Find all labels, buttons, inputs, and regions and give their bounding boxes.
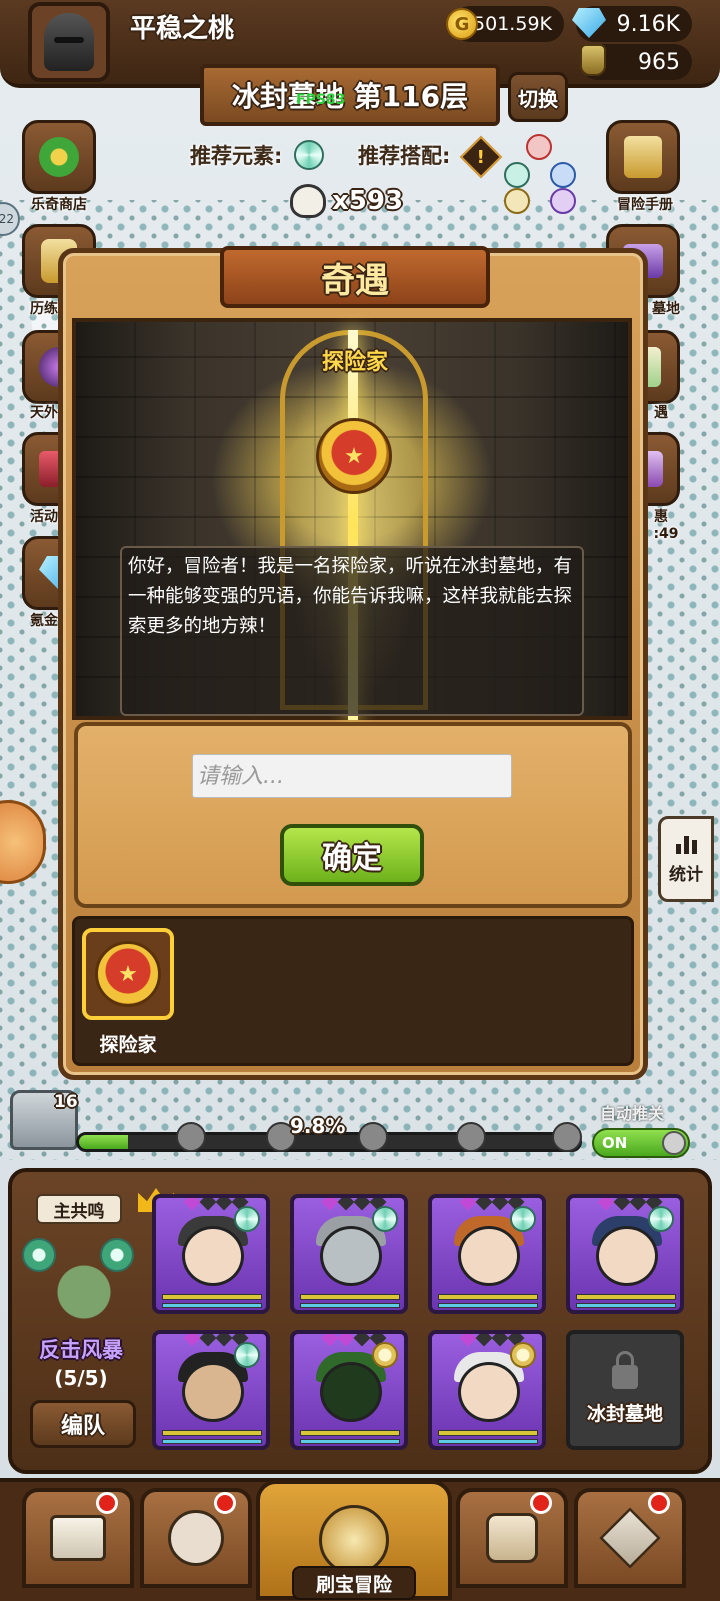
spell-input[interactable]	[192, 754, 512, 798]
hero-slot-2[interactable]	[290, 1194, 408, 1314]
potion-jar-icon	[580, 44, 606, 76]
wind-element-icon	[510, 1206, 536, 1232]
key-icon	[552, 1122, 582, 1152]
recommended-combo-label: 推荐搭配:	[358, 144, 451, 168]
notification-dot	[214, 1492, 236, 1514]
npc-slot-explorer[interactable]: ★	[82, 928, 174, 1020]
light-element-icon	[510, 1342, 536, 1368]
confirm-button[interactable]: 确定	[280, 824, 424, 886]
encounter-label: 遇	[654, 405, 668, 421]
wind-element-icon	[234, 1206, 260, 1232]
hero-slot-6[interactable]	[290, 1330, 408, 1450]
wind-element-icon	[648, 1206, 674, 1232]
bar-chart-icon	[675, 834, 697, 854]
enemy-count-value: x593	[332, 186, 404, 216]
npc-name: 探险家	[321, 350, 388, 375]
adventure-guide-label: 冒险手册	[617, 197, 673, 213]
key-icon	[456, 1122, 486, 1152]
wind-element-small-icon	[504, 162, 530, 188]
skull-icon	[290, 184, 326, 218]
progress-percent: 9.8%	[290, 1114, 346, 1138]
wind-element-icon	[372, 1206, 398, 1232]
adventure-guide-button[interactable]	[606, 120, 680, 194]
notification-dot	[648, 1492, 670, 1514]
gold-coin-icon: G	[446, 8, 478, 40]
hero-portrait-icon	[168, 1510, 224, 1566]
formation-emblem-icon	[34, 1232, 134, 1332]
clover-icon	[39, 137, 79, 177]
hero-slot-3[interactable]	[428, 1194, 546, 1314]
dark-element-icon	[550, 188, 576, 214]
player-name: 平稳之桃	[130, 14, 235, 44]
enemy-counter: x593	[290, 184, 403, 218]
formation-count: (5/5)	[54, 1366, 108, 1390]
gold-value: 501.59K	[473, 13, 552, 35]
locked-hero-slot[interactable]: 冰封墓地	[566, 1330, 684, 1450]
auto-push-toggle[interactable]: ON	[592, 1128, 690, 1158]
deal-timer: :49	[653, 526, 679, 542]
hero-slot-5[interactable]	[152, 1330, 270, 1450]
hero-portrait	[320, 1362, 382, 1422]
graveyard-label: 墓地	[652, 301, 680, 317]
deal-label: 惠	[654, 509, 668, 525]
knight-helmet-icon	[44, 13, 94, 71]
backpack-icon	[486, 1513, 538, 1563]
stats-label: 统计	[669, 864, 703, 885]
recommended-element-label: 推荐元素:	[190, 144, 283, 168]
shop-button[interactable]	[22, 120, 96, 194]
switch-stage-button[interactable]: 切换	[508, 72, 568, 122]
stage-progress-fill	[79, 1135, 128, 1149]
edit-team-button[interactable]: 编队	[30, 1400, 136, 1448]
compass-map-icon	[319, 1505, 389, 1575]
hero-portrait	[182, 1362, 244, 1422]
hero-portrait	[182, 1226, 244, 1286]
light-element-icon	[372, 1342, 398, 1368]
book-icon	[624, 136, 662, 178]
hammer-icon	[599, 1507, 661, 1569]
hero-slot-1[interactable]	[152, 1194, 270, 1314]
lock-icon	[612, 1350, 638, 1389]
npc-slot-label: 探险家	[99, 1034, 157, 1056]
toggle-knob	[662, 1131, 686, 1155]
gem-value: 9.16K	[616, 11, 680, 37]
nav-adventure-label: 刷宝冒险	[292, 1566, 416, 1600]
resonance-tag: 主共鸣	[36, 1194, 122, 1224]
notification-dot	[530, 1492, 552, 1514]
stage-title: 冰封墓地 第116层	[200, 64, 500, 126]
stats-button[interactable]: 统计	[658, 816, 714, 902]
notification-dot	[96, 1492, 118, 1514]
hero-portrait	[596, 1226, 658, 1286]
npc-message: 你好，冒险者！我是一名探险家，听说在冰封墓地，有一种能够变强的咒语，你能告诉我嘛…	[120, 546, 584, 716]
wind-element-icon	[234, 1342, 260, 1368]
hero-portrait	[320, 1226, 382, 1286]
dialog-title: 奇遇	[220, 246, 490, 308]
fire-element-icon	[526, 134, 552, 160]
wind-element-icon	[294, 140, 324, 170]
key-icon	[358, 1122, 388, 1152]
key-icon	[176, 1122, 206, 1152]
shop-label: 乐奇商店	[31, 197, 87, 213]
explorer-avatar-icon: ★	[95, 941, 161, 1007]
locked-slot-label: 冰封墓地	[586, 1402, 663, 1425]
chest-count: 16	[54, 1092, 78, 1112]
water-element-icon	[550, 162, 576, 188]
hero-portrait	[458, 1226, 520, 1286]
hero-slot-7[interactable]	[428, 1330, 546, 1450]
hero-slot-4[interactable]	[566, 1194, 684, 1314]
toggle-state: ON	[602, 1134, 628, 1152]
hero-portrait	[458, 1362, 520, 1422]
player-avatar[interactable]	[28, 2, 110, 82]
formation-name: 反击风暴	[39, 1338, 123, 1362]
explorer-medal-icon: ★	[316, 418, 392, 494]
potion-value: 965	[638, 49, 680, 75]
auto-push-label: 自动推关	[600, 1104, 665, 1123]
storefront-icon	[50, 1515, 106, 1561]
fps-counter: FPS83	[296, 92, 346, 108]
light-element-icon	[504, 188, 530, 214]
